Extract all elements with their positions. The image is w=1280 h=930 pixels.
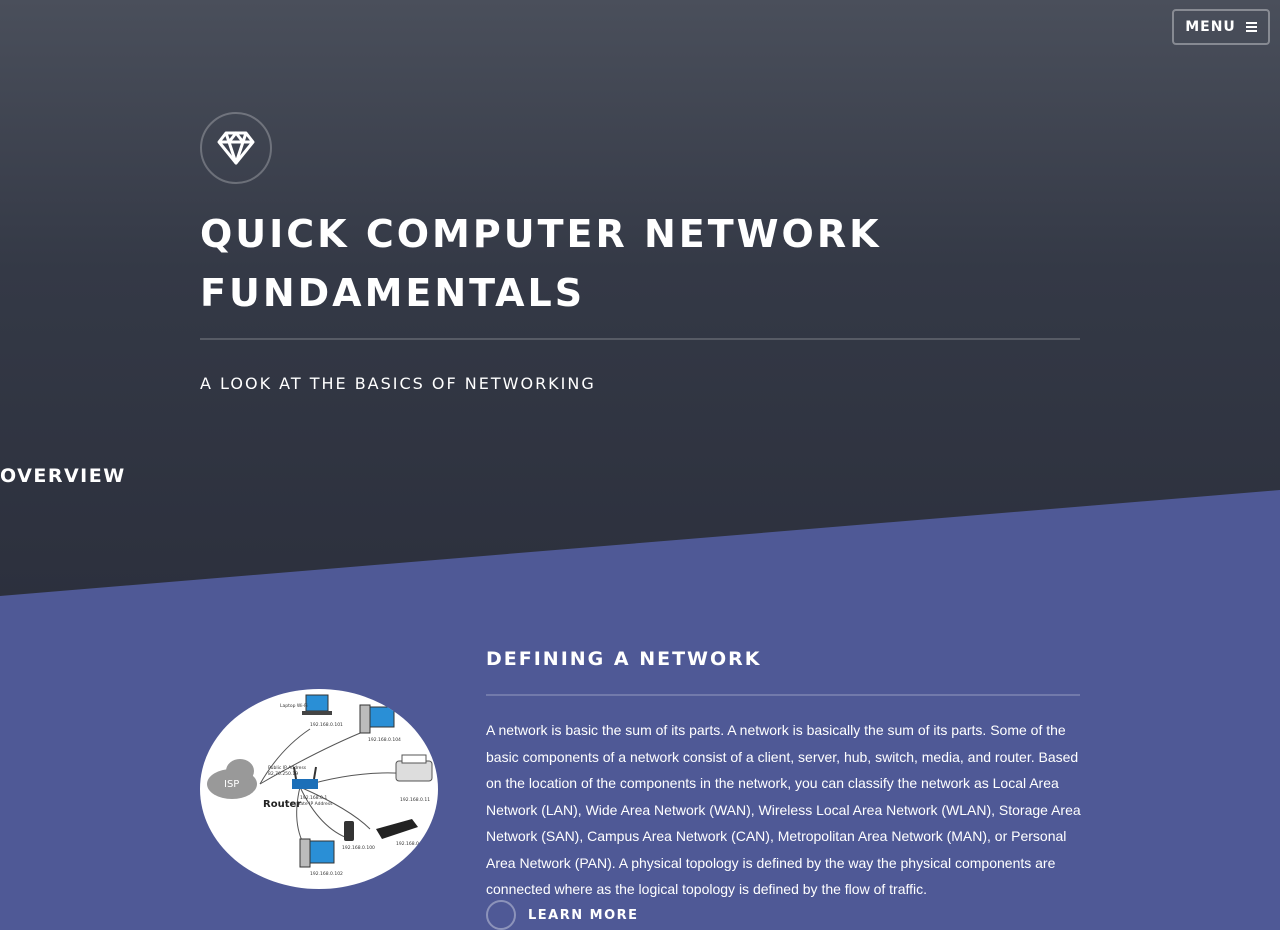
svg-text:192.168.0.100: 192.168.0.100: [342, 845, 375, 851]
svg-text:192.168.0.102: 192.168.0.102: [310, 871, 343, 877]
cloud-icon: ISP: [207, 759, 257, 799]
page-title: QUICK COMPUTER NETWORK FUNDAMENTALS: [200, 212, 882, 315]
menu-label: MENU: [1185, 19, 1236, 35]
arrow-circle-icon: [486, 900, 516, 930]
svg-text:Laptop Wi-Fi: Laptop Wi-Fi: [280, 703, 308, 709]
svg-text:82.70.250.19: 82.70.250.19: [268, 771, 298, 777]
learn-more-button[interactable]: LEARN MORE: [486, 900, 639, 930]
svg-text:192.168.0.104: 192.168.0.104: [368, 737, 401, 743]
phone-icon: [344, 821, 354, 841]
menu-button[interactable]: MENU: [1172, 9, 1270, 45]
desktop-icon: [359, 704, 395, 734]
diamond-icon: [217, 131, 255, 165]
logo: [200, 112, 272, 184]
svg-text:192.168.0.101: 192.168.0.101: [310, 722, 343, 728]
svg-text:Private IP Address: Private IP Address: [292, 801, 333, 807]
section-divider: [486, 694, 1080, 696]
network-diagram-image: ISP Router 192.168.0.101 192.168.0.104 1…: [200, 689, 438, 889]
hamburger-icon: [1245, 20, 1257, 34]
media-device-icon: [376, 819, 418, 839]
printer-icon: [395, 754, 433, 782]
section-title: DEFINING A NETWORK: [486, 648, 762, 670]
svg-text:192.168.0.11: 192.168.0.11: [400, 797, 430, 803]
svg-text:ISP: ISP: [224, 779, 239, 790]
overview-link[interactable]: OVERVIEW: [0, 465, 126, 487]
learn-more-label: LEARN MORE: [528, 907, 639, 923]
title-divider: [200, 338, 1080, 340]
svg-text:192.168.0: 192.168.0: [396, 841, 419, 847]
svg-text:192.168.0.1: 192.168.0.1: [300, 795, 327, 801]
section-body: A network is basic the sum of its parts.…: [486, 722, 1081, 897]
desktop-bottom-icon: [299, 838, 335, 868]
svg-text:Public IP Address: Public IP Address: [268, 765, 307, 771]
page-subtitle: A LOOK AT THE BASICS OF NETWORKING: [200, 374, 596, 393]
